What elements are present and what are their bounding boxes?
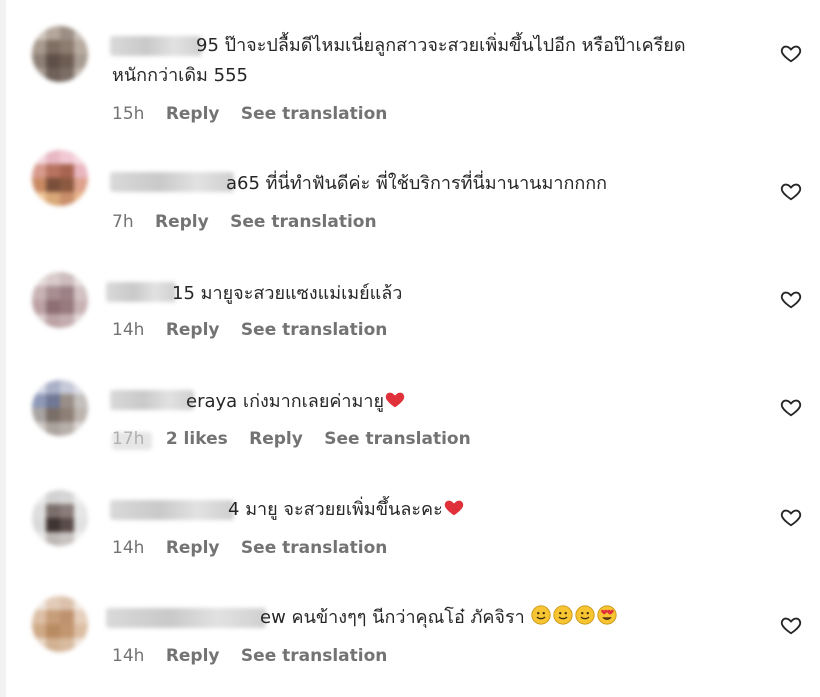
like-heart-icon[interactable] (780, 506, 804, 530)
comment-meta: 14h Reply See translation (112, 320, 403, 340)
comment-body: มายูจะสวยแซงแม่เมย์แล้ว (200, 283, 403, 304)
see-translation-button[interactable]: See translation (230, 212, 376, 232)
like-heart-icon[interactable] (780, 396, 804, 420)
comment-text-line2: หนักกว่าเดิม 555 (112, 65, 248, 86)
username-redacted[interactable] (110, 500, 234, 520)
username-tail[interactable]: a65 (226, 173, 260, 194)
reply-button[interactable]: Reply (249, 429, 303, 449)
username-tail[interactable]: ew (260, 607, 286, 628)
comment-text: 4 มายู จะสวยยเพิ่มขึ้นละคะ (228, 496, 465, 527)
comment-text: eraya เก่งมากเลยค่ามายู (186, 388, 406, 419)
avatar[interactable] (32, 26, 88, 82)
avatar[interactable] (32, 380, 88, 436)
comment-body: มายู จะสวยยเพิ่มขึ้นละคะ (245, 499, 443, 520)
timestamp[interactable]: 15h (112, 104, 144, 124)
like-heart-icon[interactable] (780, 614, 804, 638)
username-tail[interactable]: 95 (196, 35, 219, 56)
like-heart-icon[interactable] (780, 42, 804, 66)
likes-count[interactable]: 2 likes (166, 429, 228, 449)
reply-button[interactable]: Reply (155, 212, 209, 232)
avatar[interactable] (32, 596, 88, 652)
see-translation-button[interactable]: See translation (241, 538, 387, 558)
comment-text: a65 ที่นี่ทำฟันดีค่ะ พี่ใช้บริการที่นี่ม… (226, 170, 607, 198)
red-heart-emoji-icon (443, 496, 465, 527)
smiling-face-emoji-icon (552, 604, 574, 635)
username-redacted[interactable] (110, 390, 194, 410)
reply-button[interactable]: Reply (166, 538, 220, 558)
avatar[interactable] (32, 272, 88, 328)
comment-text: 15 มายูจะสวยแซงแม่เมย์แล้ว (172, 280, 402, 308)
comment-text: 95 ป๊าจะปลื้มดีไหมเนี่ยลูกสาวจะสวยเพิ่มข… (196, 32, 686, 60)
username-tail[interactable]: 15 (172, 283, 195, 304)
reply-button[interactable]: Reply (166, 104, 220, 124)
comment-body: ป๊าจะปลื้มดีไหมเนี่ยลูกสาวจะสวยเพิ่มขึ้น… (224, 35, 686, 56)
see-translation-button[interactable]: See translation (324, 429, 470, 449)
see-translation-button[interactable]: See translation (241, 104, 387, 124)
username-redacted[interactable] (110, 172, 234, 192)
username-tail[interactable]: 4 (228, 499, 239, 520)
username-redacted[interactable] (106, 608, 266, 628)
timestamp[interactable]: 14h (112, 538, 144, 558)
timestamp[interactable]: 14h (112, 646, 144, 666)
smiling-face-emoji-icon (574, 604, 596, 635)
heart-eyes-emoji-icon (596, 604, 618, 635)
comment-body: เก่งมากเลยค่ามายู (242, 391, 385, 412)
timestamp[interactable]: 17h (112, 429, 144, 449)
timestamp[interactable]: 14h (112, 320, 144, 340)
username-redacted[interactable] (110, 36, 202, 56)
comment-meta: 7h Reply See translation (112, 212, 393, 232)
comment-body: ที่นี่ทำฟันดีค่ะ พี่ใช้บริการที่นี่มานาน… (265, 173, 608, 194)
see-translation-button[interactable]: See translation (241, 646, 387, 666)
like-heart-icon[interactable] (780, 180, 804, 204)
smiling-face-emoji-icon (530, 604, 552, 635)
avatar[interactable] (32, 490, 88, 546)
red-heart-emoji-icon (384, 388, 406, 419)
comment-meta: 17h 2 likes Reply See translation (112, 429, 487, 449)
comment-text: ew คนข้างๆๆ นีกว่าคุณโอ๋ ภัคจิรา (260, 604, 618, 635)
username-tail[interactable]: eraya (186, 391, 237, 412)
comment-meta: 14h Reply See translation (112, 646, 403, 666)
comment-body: คนข้างๆๆ นีกว่าคุณโอ๋ ภัคจิรา (291, 607, 525, 628)
comment-meta: 15h Reply See translation (112, 104, 403, 124)
reply-button[interactable]: Reply (166, 320, 220, 340)
username-redacted[interactable] (106, 282, 176, 302)
avatar[interactable] (32, 150, 88, 206)
like-heart-icon[interactable] (780, 288, 804, 312)
see-translation-button[interactable]: See translation (241, 320, 387, 340)
comment-meta: 14h Reply See translation (112, 538, 403, 558)
left-edge (0, 0, 6, 697)
timestamp[interactable]: 7h (112, 212, 134, 232)
reply-button[interactable]: Reply (166, 646, 220, 666)
